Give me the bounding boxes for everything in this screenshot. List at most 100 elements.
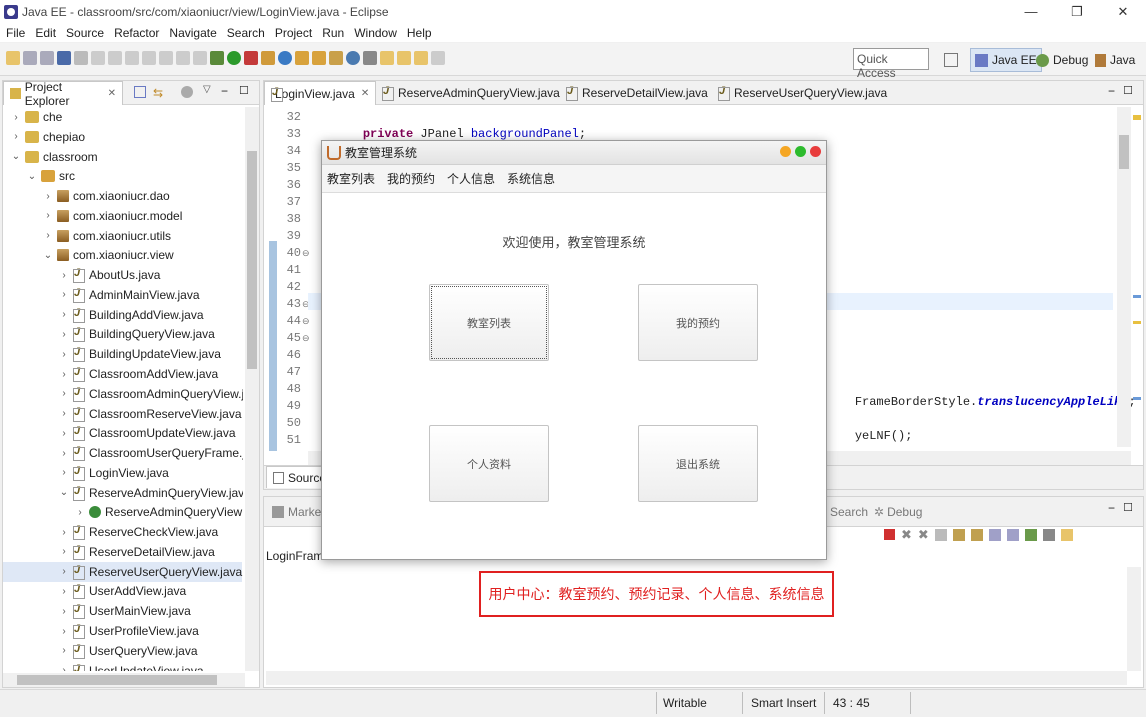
tab-loginview[interactable]: LoginView.java ✕ bbox=[264, 81, 376, 105]
code-line-48[interactable]: FrameBorderStyle.translucencyAppleLike; bbox=[826, 377, 1136, 409]
tree-item[interactable]: › ClassroomUserQueryFrame.java bbox=[3, 443, 243, 463]
perspective-debug[interactable]: Debug bbox=[1036, 48, 1088, 72]
tree-item[interactable]: › BuildingUpdateView.java bbox=[3, 344, 221, 364]
chevron-down-icon[interactable]: ▽ bbox=[203, 84, 211, 95]
maximize-view-icon[interactable]: ☐ bbox=[1123, 501, 1133, 514]
step-over-icon[interactable] bbox=[176, 51, 190, 65]
show-on-error-icon[interactable] bbox=[1006, 529, 1019, 541]
maximize-icon[interactable]: ❐ bbox=[1054, 0, 1100, 23]
maximize-dot-icon[interactable] bbox=[795, 146, 806, 157]
tree-item[interactable]: › ReserveUserQueryView.java bbox=[3, 561, 243, 582]
explorer-horizontal-scrollbar[interactable] bbox=[3, 673, 245, 687]
print-icon[interactable] bbox=[57, 51, 71, 65]
menu-run[interactable]: Run bbox=[322, 26, 344, 40]
close-dot-icon[interactable] bbox=[810, 146, 821, 157]
fold-icon[interactable]: ⊖ bbox=[302, 316, 310, 327]
close-icon[interactable]: ✕ bbox=[108, 88, 116, 99]
chevron-right-icon[interactable]: › bbox=[75, 507, 85, 518]
view-menu-icon[interactable] bbox=[181, 86, 193, 98]
explorer-scroll-thumb[interactable] bbox=[247, 151, 257, 369]
tree-item[interactable]: › LoginView.java bbox=[3, 463, 169, 483]
tab-reservedetailview[interactable]: ReserveDetailView.java bbox=[560, 81, 714, 105]
classroom-list-button[interactable]: 教室列表 bbox=[429, 284, 549, 361]
external-tools-icon[interactable] bbox=[244, 51, 258, 65]
tree-item[interactable]: › ClassroomUpdateView.java bbox=[3, 423, 236, 443]
chevron-right-icon[interactable]: › bbox=[59, 546, 69, 557]
chevron-right-icon[interactable]: › bbox=[59, 408, 69, 419]
show-on-output-icon[interactable] bbox=[988, 529, 1001, 541]
open-type-icon[interactable] bbox=[295, 51, 309, 65]
new-server-icon[interactable] bbox=[261, 51, 275, 65]
tree-item[interactable]: › ClassroomAdminQueryView.java bbox=[3, 384, 243, 404]
tree-item[interactable]: › ClassroomReserveView.java bbox=[3, 404, 242, 424]
chevron-right-icon[interactable]: › bbox=[59, 388, 69, 399]
open-perspective-button[interactable] bbox=[944, 48, 958, 72]
terminate-icon[interactable] bbox=[884, 529, 895, 540]
tab-search[interactable]: Search bbox=[824, 497, 874, 527]
new-icon[interactable] bbox=[6, 51, 20, 65]
menu-personal-info[interactable]: 个人信息 bbox=[447, 170, 495, 187]
display-console-icon[interactable] bbox=[1042, 529, 1055, 541]
tree-item[interactable]: ⌄ ReserveAdminQueryView.java bbox=[3, 483, 243, 503]
fold-icon[interactable]: ⊖ bbox=[302, 248, 310, 259]
menu-system-info[interactable]: 系统信息 bbox=[507, 170, 555, 187]
tree-item[interactable]: › UserAddView.java bbox=[3, 581, 186, 601]
chevron-right-icon[interactable]: › bbox=[59, 309, 69, 320]
minimize-view-icon[interactable]: − bbox=[1108, 501, 1115, 515]
back-icon[interactable] bbox=[414, 51, 428, 65]
explorer-vertical-scrollbar[interactable] bbox=[245, 107, 259, 671]
tree-item[interactable]: › AdminMainView.java bbox=[3, 285, 200, 305]
chevron-right-icon[interactable]: › bbox=[59, 626, 69, 637]
menu-file[interactable]: File bbox=[6, 26, 25, 40]
disconnect-icon[interactable] bbox=[142, 51, 156, 65]
chevron-right-icon[interactable]: › bbox=[11, 112, 21, 123]
forward-icon[interactable] bbox=[431, 51, 445, 65]
my-reservations-button[interactable]: 我的预约 bbox=[638, 284, 758, 361]
menu-navigate[interactable]: Navigate bbox=[169, 26, 216, 40]
menu-my-reservations[interactable]: 我的预约 bbox=[387, 170, 435, 187]
chevron-right-icon[interactable]: › bbox=[59, 467, 69, 478]
warning-marker[interactable] bbox=[1133, 321, 1141, 324]
tree-item[interactable]: › che bbox=[3, 107, 62, 127]
clear-console-icon[interactable] bbox=[934, 529, 947, 541]
chevron-down-icon[interactable]: ⌄ bbox=[11, 151, 21, 162]
tree-item[interactable]: › ClassroomAddView.java bbox=[3, 364, 218, 384]
menu-source[interactable]: Source bbox=[66, 26, 104, 40]
terminate-icon[interactable] bbox=[125, 51, 139, 65]
minimize-view-icon[interactable]: − bbox=[1108, 84, 1115, 98]
resume-icon[interactable] bbox=[91, 51, 105, 65]
minimize-icon[interactable]: — bbox=[1008, 0, 1054, 23]
tab-debug[interactable]: ✲ Debug bbox=[868, 497, 928, 527]
remove-all-icon[interactable]: ✖ bbox=[918, 528, 929, 541]
quick-access-input[interactable]: Quick Access bbox=[853, 48, 929, 80]
perspective-java-ee[interactable]: Java EE bbox=[970, 48, 1042, 72]
tree-item[interactable]: › UserProfileView.java bbox=[3, 621, 199, 641]
tree-item[interactable]: › BuildingQueryView.java bbox=[3, 324, 215, 344]
code-line-50[interactable]: yeLNF(); bbox=[826, 411, 913, 443]
menu-refactor[interactable]: Refactor bbox=[114, 26, 159, 40]
chevron-right-icon[interactable]: › bbox=[43, 230, 53, 241]
suspend-icon[interactable] bbox=[108, 51, 122, 65]
chevron-right-icon[interactable]: › bbox=[59, 428, 69, 439]
editor-vertical-scrollbar[interactable] bbox=[1117, 107, 1131, 447]
debug-icon[interactable] bbox=[210, 51, 224, 65]
open-console-icon[interactable] bbox=[1060, 529, 1073, 541]
chevron-right-icon[interactable]: › bbox=[59, 665, 69, 671]
tree-item[interactable]: › com.xiaoniucr.utils bbox=[3, 226, 171, 246]
chevron-right-icon[interactable]: › bbox=[43, 191, 53, 202]
tree-item[interactable]: › chepiao bbox=[3, 127, 85, 147]
search-toolbar-icon[interactable] bbox=[363, 51, 377, 65]
chevron-down-icon[interactable]: ⌄ bbox=[27, 171, 37, 182]
tree-item[interactable]: › UserMainView.java bbox=[3, 601, 191, 621]
tree-item[interactable]: › UserUpdateView.java bbox=[3, 661, 204, 671]
chevron-down-icon[interactable]: ⌄ bbox=[43, 250, 53, 261]
tree-item[interactable]: › ReserveDetailView.java bbox=[3, 542, 215, 562]
globe-icon[interactable] bbox=[346, 51, 360, 65]
skip-breakpoints-icon[interactable] bbox=[74, 51, 88, 65]
tree-item[interactable]: ⌄ src bbox=[3, 166, 75, 186]
personal-profile-button[interactable]: 个人资料 bbox=[429, 425, 549, 502]
maximize-view-icon[interactable]: ☐ bbox=[1123, 84, 1133, 97]
minimize-view-icon[interactable]: − bbox=[221, 84, 228, 98]
run-icon[interactable] bbox=[227, 51, 241, 65]
code-line-32[interactable]: private JPanel backgroundPanel; bbox=[334, 109, 586, 141]
